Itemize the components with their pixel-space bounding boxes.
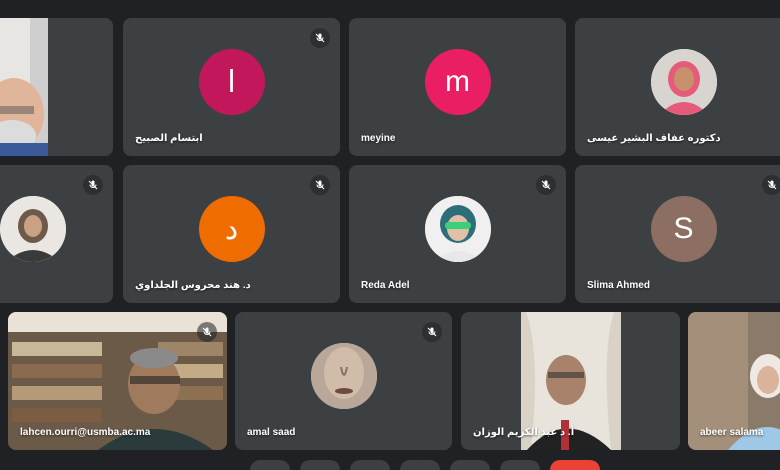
participant-name: أ. د عبد الكريم الوزان xyxy=(473,427,575,438)
participant-photo xyxy=(650,49,717,115)
mic-off-icon xyxy=(310,28,330,48)
participant-name: دكتوره عفاف البشير عيسى xyxy=(587,133,721,144)
participant-name: amal saad xyxy=(247,427,296,438)
participant-tile[interactable]: lahcen.ourri@usmba.ac.ma xyxy=(8,312,227,450)
participant-tile[interactable]: abeer salama xyxy=(688,312,780,450)
participant-photo xyxy=(424,196,491,262)
present-button[interactable] xyxy=(450,460,490,470)
participant-name: Slima Ahmed xyxy=(587,280,650,291)
participant-name: ابتسام الصبيح xyxy=(135,133,203,144)
mic-off-icon xyxy=(762,175,780,195)
mic-off-icon xyxy=(422,322,442,342)
participant-video xyxy=(0,18,113,156)
participant-name: Reda Adel xyxy=(361,280,410,291)
participant-name: lahcen.ourri@usmba.ac.ma xyxy=(20,427,151,438)
raise-hand-button[interactable] xyxy=(400,460,440,470)
participant-name: meyine xyxy=(361,133,396,144)
participant-avatar: ا xyxy=(198,49,265,115)
end-call-button[interactable] xyxy=(550,460,600,470)
participant-photo xyxy=(0,196,66,262)
camera-button[interactable] xyxy=(300,460,340,470)
participant-avatar: د xyxy=(198,196,265,262)
more-options-button[interactable] xyxy=(500,460,540,470)
mic-off-icon xyxy=(310,175,330,195)
participant-tile[interactable]: Reda Adel xyxy=(349,165,566,303)
participant-name: abeer salama xyxy=(700,427,764,438)
mic-button[interactable] xyxy=(250,460,290,470)
participant-tile[interactable]: د د. هند محروس الجلداوي xyxy=(123,165,340,303)
participant-tile[interactable] xyxy=(0,165,113,303)
meeting-grid: ا ابتسام الصبيح m meyine دكتوره عفاف الب… xyxy=(0,0,780,470)
participant-tile[interactable]: amal saad xyxy=(235,312,452,450)
participant-name: د. هند محروس الجلداوي xyxy=(135,280,251,291)
participant-tile[interactable]: دكتوره عفاف البشير عيسى xyxy=(575,18,780,156)
mic-off-icon xyxy=(83,175,103,195)
participant-tile[interactable]: ا ابتسام الصبيح xyxy=(123,18,340,156)
participant-avatar: S xyxy=(650,196,717,262)
participant-tile[interactable] xyxy=(0,18,113,156)
mic-off-icon xyxy=(536,175,556,195)
captions-button[interactable] xyxy=(350,460,390,470)
call-controls xyxy=(250,460,600,470)
participant-tile[interactable]: S Slima Ahmed xyxy=(575,165,780,303)
mic-off-icon xyxy=(197,322,217,342)
participant-tile[interactable]: أ. د عبد الكريم الوزان xyxy=(461,312,680,450)
participant-photo xyxy=(310,343,377,409)
participant-avatar: m xyxy=(424,49,491,115)
participant-tile[interactable]: m meyine xyxy=(349,18,566,156)
